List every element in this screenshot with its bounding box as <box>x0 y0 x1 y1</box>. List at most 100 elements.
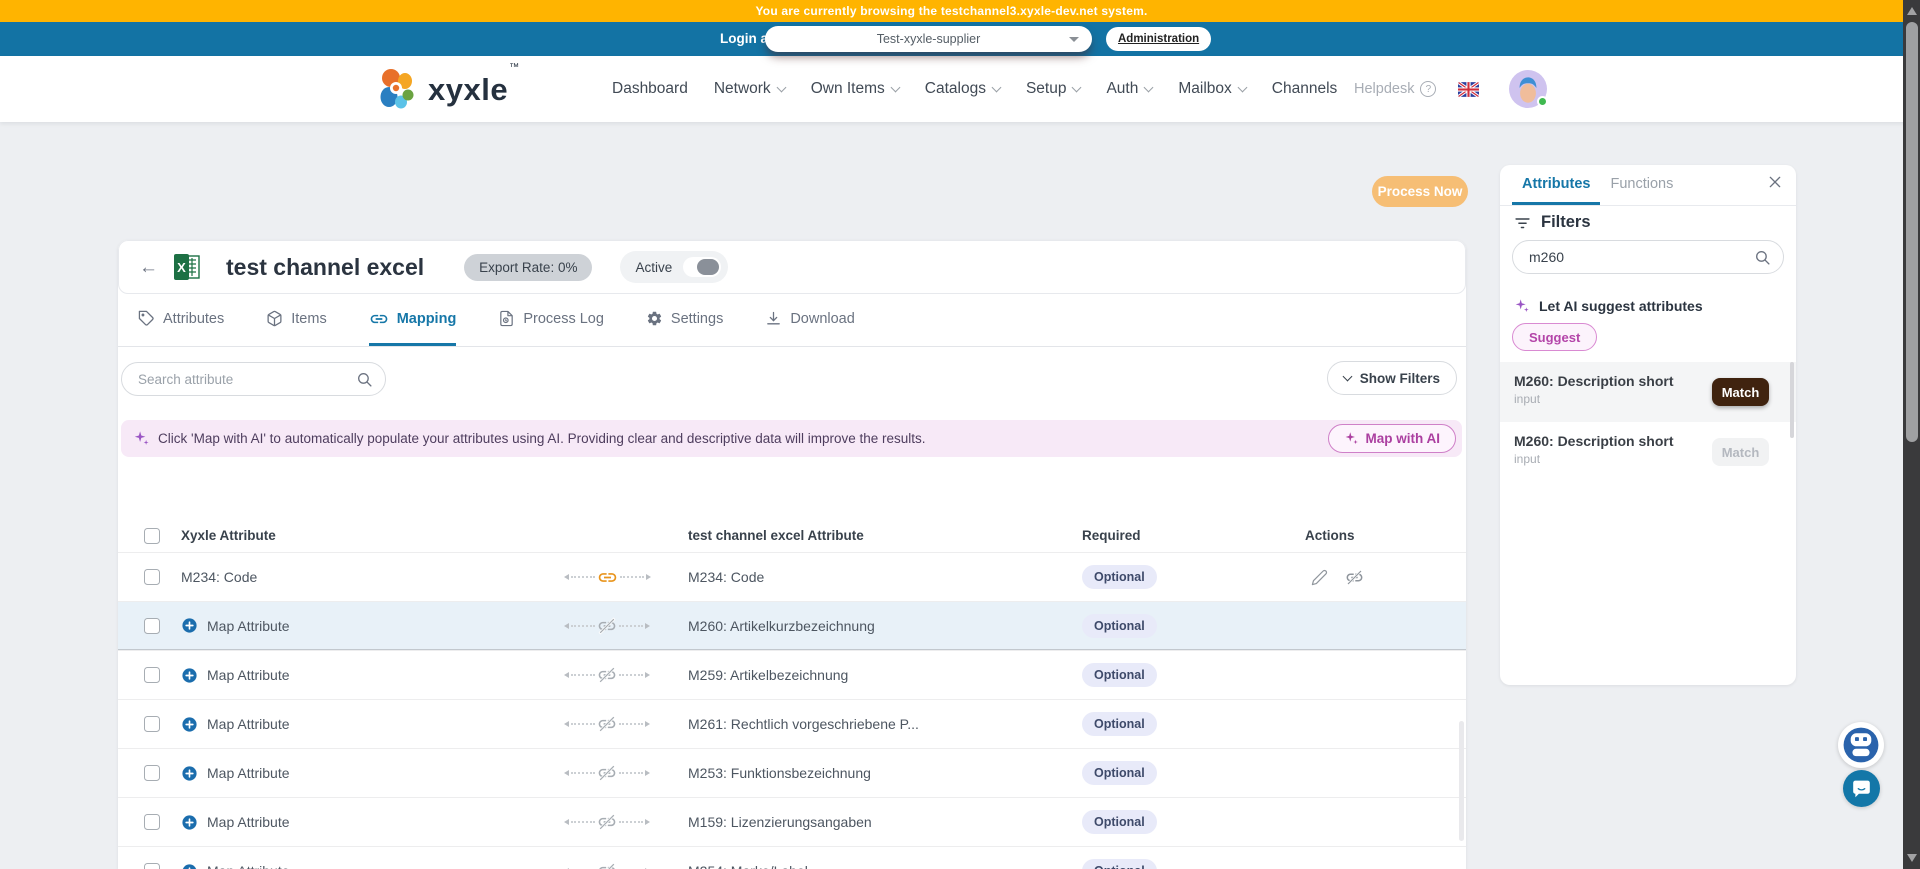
map-attribute-button[interactable]: Map Attribute <box>181 765 526 782</box>
table-row[interactable]: Map Attribute M159: Lizenzierungsangaben… <box>118 797 1466 846</box>
nav-network[interactable]: Network <box>714 80 785 98</box>
map-attribute-button[interactable]: Map Attribute <box>181 814 526 831</box>
tab-settings[interactable]: Settings <box>646 294 723 346</box>
brand-logo[interactable]: xyxle™ <box>378 68 518 112</box>
link-icon <box>597 567 618 588</box>
helpdesk-link[interactable]: Helpdesk ? <box>1354 81 1436 97</box>
chat-support-button[interactable] <box>1843 770 1880 807</box>
required-badge: Optional <box>1082 663 1157 687</box>
table-row[interactable]: Map Attribute M261: Rechtlich vorgeschri… <box>118 699 1466 748</box>
map-attribute-button[interactable]: Map Attribute <box>181 667 526 684</box>
trademark-symbol: ™ <box>509 62 519 73</box>
select-all-checkbox[interactable] <box>144 528 160 544</box>
match-button[interactable]: Match <box>1712 438 1769 466</box>
attribute-search-input[interactable] <box>122 363 385 395</box>
login-as-user-select[interactable]: Test-xyxle-supplier <box>765 26 1092 52</box>
active-toggle[interactable] <box>683 257 721 277</box>
tab-attributes[interactable]: Attributes <box>138 294 224 346</box>
plus-circle-icon <box>181 716 198 733</box>
panel-tab-attributes[interactable]: Attributes <box>1512 165 1600 205</box>
row-checkbox[interactable] <box>144 765 160 781</box>
source-attribute: M234: Code <box>181 569 526 585</box>
required-badge: Optional <box>1082 810 1157 834</box>
panel-search-input[interactable] <box>1513 241 1783 273</box>
table-row[interactable]: Map Attribute M254: Marke/Label Optional <box>118 846 1466 869</box>
mapping-indicator <box>526 763 688 783</box>
help-icon: ? <box>1420 81 1436 97</box>
table-row[interactable]: Map Attribute M253: Funktionsbezeichnung… <box>118 748 1466 797</box>
row-checkbox[interactable] <box>144 569 160 585</box>
nav-own-items[interactable]: Own Items <box>811 80 899 98</box>
plus-circle-icon <box>181 765 198 782</box>
tab-download[interactable]: Download <box>765 294 855 346</box>
unlink-icon <box>597 861 617 869</box>
nav-setup[interactable]: Setup <box>1026 80 1081 98</box>
nav-catalogs[interactable]: Catalogs <box>925 80 1000 98</box>
table-row[interactable]: M234: Code M234: Code Optional <box>118 552 1466 601</box>
scroll-up-arrow[interactable] <box>1907 7 1917 15</box>
panel-tab-functions[interactable]: Functions <box>1600 165 1683 205</box>
nav-channels[interactable]: Channels <box>1272 80 1338 98</box>
sparkle-icon <box>133 430 150 447</box>
tab-items[interactable]: Items <box>266 294 326 346</box>
ai-assistant-button[interactable] <box>1838 722 1884 768</box>
back-button[interactable]: ← <box>139 258 158 277</box>
target-attribute: M261: Rechtlich vorgeschriebene P... <box>688 716 1082 732</box>
panel-search[interactable] <box>1512 240 1784 274</box>
target-attribute: M253: Funktionsbezeichnung <box>688 765 1082 781</box>
process-now-button[interactable]: Process Now <box>1372 176 1468 207</box>
select-caret-icon <box>1069 37 1079 42</box>
map-attribute-button[interactable]: Map Attribute <box>181 863 526 869</box>
table-row[interactable]: Map Attribute M259: Artikelbezeichnung O… <box>118 650 1466 699</box>
table-row[interactable]: Map Attribute M260: Artikelkurzbezeichnu… <box>118 601 1466 650</box>
match-button[interactable]: Match <box>1712 378 1769 406</box>
scroll-down-arrow[interactable] <box>1907 854 1917 862</box>
row-checkbox[interactable] <box>144 618 160 634</box>
user-avatar[interactable] <box>1509 70 1547 108</box>
nav-auth[interactable]: Auth <box>1106 80 1152 98</box>
table-scrollbar-thumb[interactable] <box>1459 721 1464 841</box>
active-label: Active <box>635 260 672 275</box>
panel-scrollbar-thumb[interactable] <box>1790 362 1794 438</box>
required-badge: Optional <box>1082 614 1157 638</box>
page-scrollbar[interactable] <box>1903 0 1920 869</box>
search-icon <box>1754 249 1771 266</box>
map-attribute-button[interactable]: Map Attribute <box>181 716 526 733</box>
attribute-search[interactable] <box>121 362 386 396</box>
suggest-button[interactable]: Suggest <box>1512 323 1597 351</box>
channel-tabs: Attributes Items Mapping Process Log Set… <box>118 294 1466 347</box>
row-checkbox[interactable] <box>144 716 160 732</box>
attribute-result[interactable]: M260: Description short input Match <box>1500 362 1796 422</box>
tab-process-log[interactable]: Process Log <box>498 294 604 346</box>
result-title: M260: Description short <box>1514 432 1674 450</box>
active-toggle-pill: Active <box>620 251 728 283</box>
unlink-mapping-button[interactable] <box>1345 568 1364 587</box>
administration-button[interactable]: Administration <box>1106 27 1211 51</box>
map-with-ai-button[interactable]: Map with AI <box>1328 424 1457 453</box>
row-checkbox[interactable] <box>144 667 160 683</box>
attribute-result[interactable]: M260: Description short input Match <box>1500 422 1796 485</box>
logo-mark-icon <box>378 68 420 112</box>
row-checkbox[interactable] <box>144 863 160 869</box>
col-target-header: test channel excel Attribute <box>688 528 1082 543</box>
required-badge: Optional <box>1082 761 1157 785</box>
tab-mapping[interactable]: Mapping <box>369 294 457 346</box>
scrollbar-thumb[interactable] <box>1906 22 1918 442</box>
edit-mapping-button[interactable] <box>1311 569 1328 586</box>
nav-dashboard[interactable]: Dashboard <box>612 80 688 98</box>
filters-heading: Filters <box>1514 213 1591 232</box>
svg-text:X: X <box>177 260 186 275</box>
required-badge: Optional <box>1082 859 1157 869</box>
plus-circle-icon <box>181 863 198 869</box>
row-checkbox[interactable] <box>144 814 160 830</box>
language-flag-icon[interactable] <box>1458 82 1479 97</box>
target-attribute: M254: Marke/Label <box>688 863 1082 869</box>
chat-bubble-icon <box>1851 778 1872 799</box>
nav-mailbox[interactable]: Mailbox <box>1178 80 1245 98</box>
show-filters-button[interactable]: Show Filters <box>1327 361 1457 395</box>
search-icon <box>356 371 373 388</box>
export-rate-badge: Export Rate: 0% <box>464 254 592 281</box>
target-attribute: M159: Lizenzierungsangaben <box>688 814 1082 830</box>
map-attribute-button[interactable]: Map Attribute <box>181 617 526 634</box>
page-title: test channel excel <box>226 254 424 281</box>
